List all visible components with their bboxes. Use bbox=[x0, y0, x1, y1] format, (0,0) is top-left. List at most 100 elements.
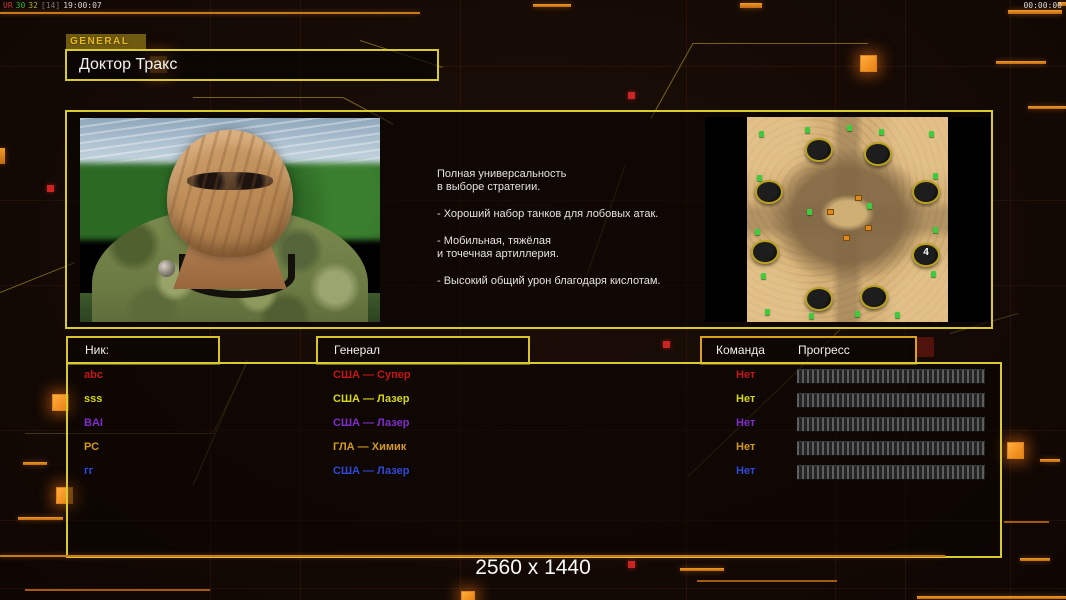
decor-dash bbox=[697, 580, 837, 582]
debug-part: 32 bbox=[28, 1, 38, 10]
portrait-headset bbox=[158, 260, 175, 277]
decor-square bbox=[461, 591, 475, 600]
start-position bbox=[864, 142, 892, 166]
player-team: Нет bbox=[736, 459, 755, 483]
map-marker bbox=[933, 227, 938, 233]
decor-dash bbox=[1008, 10, 1062, 14]
map-marker bbox=[809, 313, 814, 319]
player-nick: РС bbox=[84, 435, 99, 459]
debug-part: [14] bbox=[41, 1, 60, 10]
player-row: sss США — Лазер Нет bbox=[0, 387, 1066, 411]
player-team: Нет bbox=[736, 387, 755, 411]
map-unit bbox=[865, 225, 872, 231]
player-team: Нет bbox=[736, 411, 755, 435]
decor-dash bbox=[1020, 558, 1050, 561]
player-general: США — Супер bbox=[333, 363, 411, 387]
player-nick: abc bbox=[84, 363, 103, 387]
map-marker bbox=[765, 309, 770, 315]
player-nick: BAI bbox=[84, 411, 103, 435]
decor-dash bbox=[1004, 521, 1049, 523]
decor-topline bbox=[0, 12, 420, 14]
start-position bbox=[751, 240, 779, 264]
debug-part: 30 bbox=[16, 1, 26, 10]
map-marker bbox=[755, 229, 760, 235]
portrait-eyes bbox=[187, 172, 273, 190]
player-row: abc США — Супер Нет bbox=[0, 363, 1066, 387]
header-nick: Ник: bbox=[85, 343, 109, 357]
header-team: Команда bbox=[716, 343, 765, 357]
header-progress: Прогресс bbox=[798, 343, 850, 357]
map-marker bbox=[757, 175, 762, 181]
resolution-label: 2560 x 1440 bbox=[433, 556, 633, 580]
description-line: - Хороший набор танков для лобовых атак. bbox=[437, 208, 687, 221]
map-marker bbox=[805, 127, 810, 133]
decor-red-square bbox=[663, 341, 670, 348]
map-marker bbox=[761, 273, 766, 279]
general-name: Доктор Тракс bbox=[79, 56, 177, 74]
description-line: Полная универсальность bbox=[437, 168, 687, 181]
player-team: Нет bbox=[736, 435, 755, 459]
map-marker bbox=[759, 131, 764, 137]
decor-line bbox=[693, 43, 868, 44]
grid-line bbox=[1010, 0, 1011, 600]
decor-red-square bbox=[628, 92, 635, 99]
description-line: в выборе стратегии. bbox=[437, 181, 687, 194]
header-nick-box: Ник: bbox=[66, 336, 220, 365]
player-general: США — Лазер bbox=[333, 411, 409, 435]
general-name-box: Доктор Тракс bbox=[65, 49, 439, 81]
map-marker bbox=[931, 271, 936, 277]
game-clock: 00:00:00 bbox=[1023, 1, 1062, 10]
progress-bar bbox=[797, 417, 985, 432]
tab-general[interactable]: GENERAL bbox=[66, 34, 146, 50]
map-unit bbox=[843, 235, 850, 241]
progress-bar bbox=[797, 393, 985, 408]
decor-dash bbox=[533, 4, 571, 7]
start-position bbox=[912, 180, 940, 204]
map-image: 4 bbox=[747, 117, 948, 322]
decor-dash bbox=[917, 596, 1066, 599]
debug-overlay: UR3032[14]19:00:07 bbox=[3, 1, 105, 10]
decor-dash bbox=[0, 148, 5, 164]
map-preview: 4 bbox=[705, 117, 990, 322]
header-general-box: Генерал bbox=[316, 336, 530, 365]
map-marker bbox=[929, 131, 934, 137]
decor-dash bbox=[25, 589, 210, 591]
player-nick: гг bbox=[84, 459, 93, 483]
start-position bbox=[805, 287, 833, 311]
progress-bar bbox=[797, 441, 985, 456]
description-line: - Мобильная, тяжёлая bbox=[437, 235, 687, 248]
description-line: - Высокий общий урон благодаря кислотам. bbox=[437, 275, 687, 288]
decor-dash bbox=[1028, 106, 1066, 109]
debug-part: UR bbox=[3, 1, 13, 10]
description-line: и точечная артиллерия. bbox=[437, 248, 687, 261]
player-row: BAI США — Лазер Нет bbox=[0, 411, 1066, 435]
player-row: РС ГЛА — Химик Нет bbox=[0, 435, 1066, 459]
start-position-4: 4 bbox=[912, 243, 940, 267]
progress-bar bbox=[797, 369, 985, 384]
general-portrait bbox=[80, 118, 380, 322]
player-nick: sss bbox=[84, 387, 102, 411]
player-general: США — Лазер bbox=[333, 387, 409, 411]
decor-line bbox=[193, 97, 343, 98]
map-unit bbox=[827, 209, 834, 215]
decor-square bbox=[860, 55, 877, 72]
header-team-progress-box: Команда Прогресс bbox=[700, 336, 917, 365]
map-marker bbox=[895, 312, 900, 318]
general-description: Полная универсальность в выборе стратеги… bbox=[437, 168, 687, 288]
decor-red-square bbox=[47, 185, 54, 192]
map-marker bbox=[807, 209, 812, 215]
player-general: ГЛА — Химик bbox=[333, 435, 406, 459]
decor-dash bbox=[996, 61, 1046, 64]
player-row: гг США — Лазер Нет bbox=[0, 459, 1066, 483]
map-unit bbox=[855, 195, 862, 201]
progress-bar bbox=[797, 465, 985, 480]
map-marker bbox=[867, 203, 872, 209]
debug-part: 19:00:07 bbox=[63, 1, 102, 10]
portrait-headwrap bbox=[167, 130, 293, 256]
start-position bbox=[805, 138, 833, 162]
decor-block bbox=[916, 337, 934, 357]
player-team: Нет bbox=[736, 363, 755, 387]
decor-dash bbox=[680, 568, 724, 571]
decor-dash bbox=[18, 517, 63, 520]
start-position bbox=[860, 285, 888, 309]
